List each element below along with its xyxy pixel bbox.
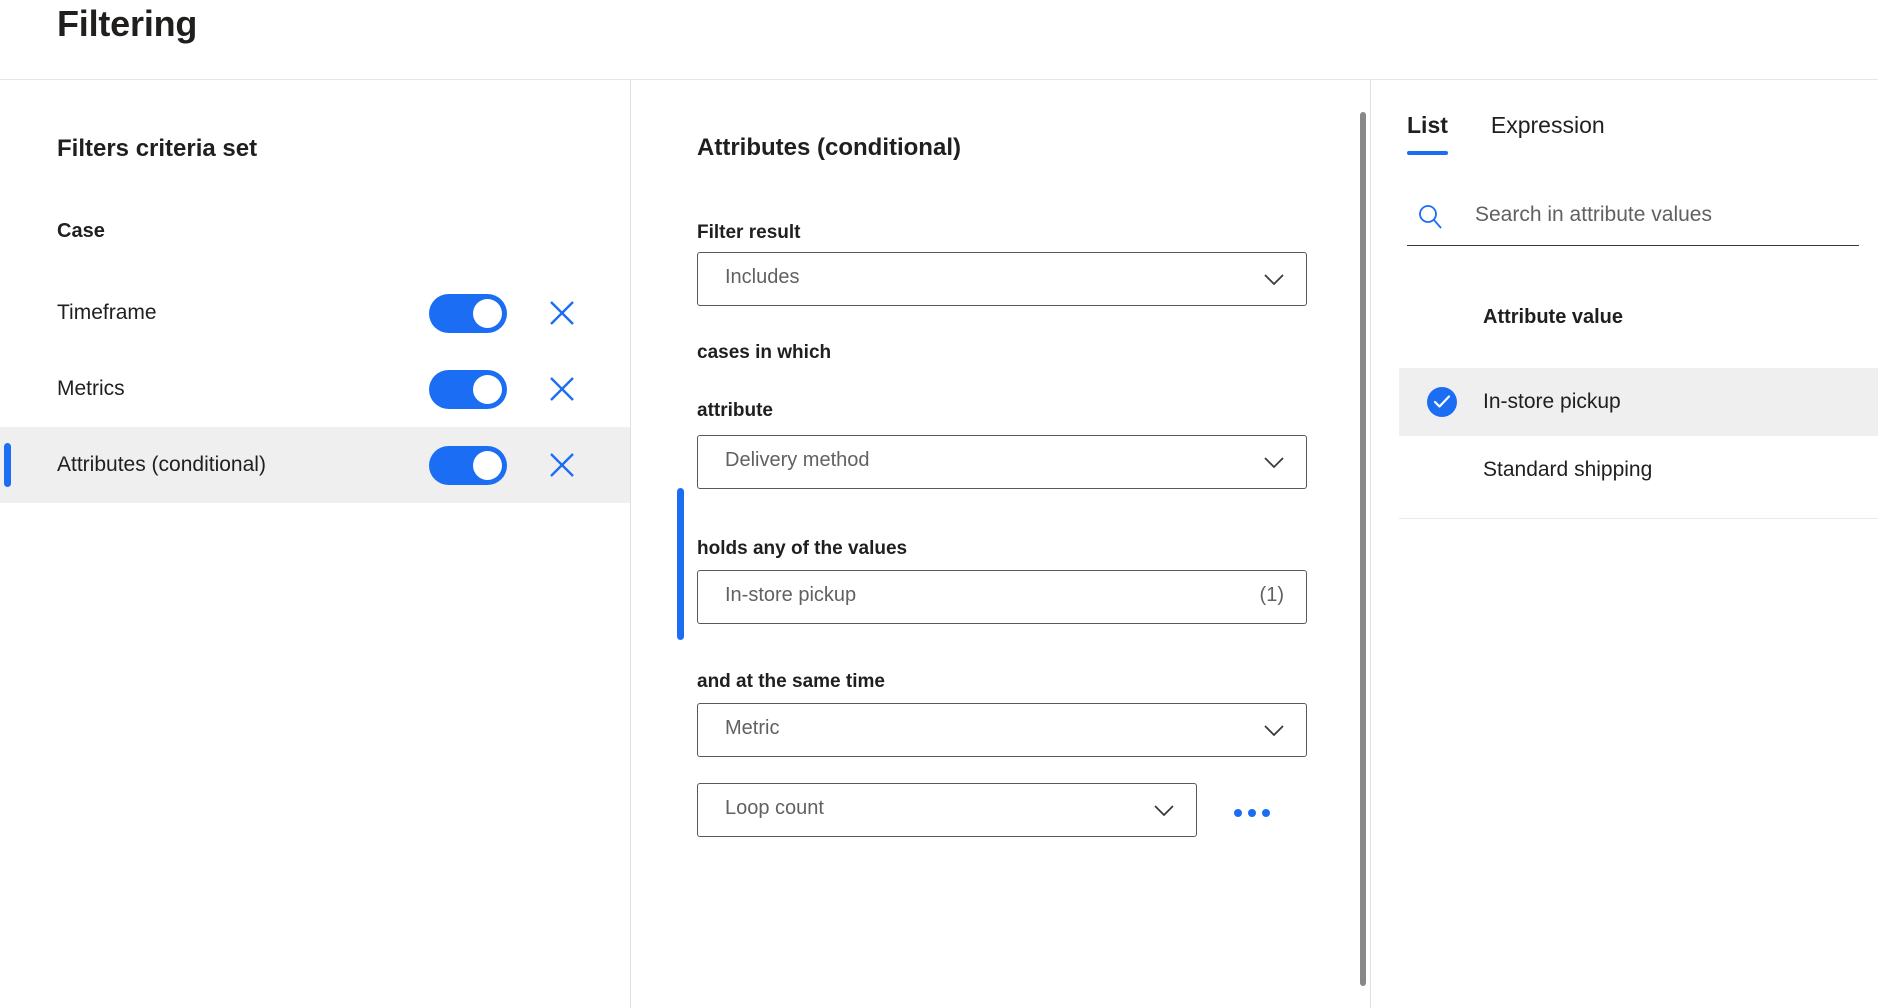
tab-bar: List Expression xyxy=(1407,112,1605,155)
attribute-value: Delivery method xyxy=(725,449,870,471)
close-icon[interactable] xyxy=(545,296,579,330)
loop-count-value: Loop count xyxy=(725,797,824,819)
chevron-down-icon xyxy=(1262,721,1286,741)
criteria-list: Timeframe Metrics Attributes (conditiona… xyxy=(0,275,630,503)
criteria-row[interactable]: Metrics xyxy=(0,351,630,427)
filter-result-value: Includes xyxy=(725,266,800,288)
chevron-down-icon xyxy=(1262,453,1286,473)
attribute-values-value: In-store pickup xyxy=(725,584,857,606)
holds-any-values-label: holds any of the values xyxy=(697,538,908,559)
tab-expression[interactable]: Expression xyxy=(1491,112,1605,155)
criteria-toggle-attributes[interactable] xyxy=(429,445,507,485)
check-circle-icon xyxy=(1427,387,1457,417)
cases-in-which-text: cases in which xyxy=(697,342,832,363)
active-field-indicator xyxy=(677,488,684,640)
selection-indicator xyxy=(4,443,11,487)
case-subheading: Case xyxy=(57,220,105,242)
attribute-condition-panel: Attributes (conditional) Filter result I… xyxy=(632,80,1370,1008)
metric-select[interactable]: Metric xyxy=(697,703,1307,757)
filters-criteria-panel: Filters criteria set Case Timeframe Metr… xyxy=(0,80,631,1008)
list-item[interactable]: Standard shipping xyxy=(1399,436,1878,504)
ellipsis-dot xyxy=(1234,809,1242,817)
criteria-label: Attributes (conditional) xyxy=(57,453,266,476)
metric-value: Metric xyxy=(725,717,780,739)
criteria-row[interactable]: Attributes (conditional) xyxy=(0,427,630,503)
ellipsis-icon[interactable] xyxy=(1232,793,1280,833)
criteria-label: Timeframe xyxy=(57,301,157,324)
chevron-down-icon xyxy=(1152,801,1176,821)
attribute-values-count: (1) xyxy=(1259,584,1284,606)
vertical-scrollbar[interactable] xyxy=(1360,112,1366,986)
attribute-label: attribute xyxy=(697,400,773,421)
criteria-toggle-timeframe[interactable] xyxy=(429,293,507,333)
attributes-conditional-heading: Attributes (conditional) xyxy=(697,134,961,161)
ellipsis-dot xyxy=(1248,809,1256,817)
toggle-knob xyxy=(473,374,502,404)
loop-count-select[interactable]: Loop count xyxy=(697,783,1197,837)
page-header: Filtering xyxy=(0,0,1878,80)
search-icon xyxy=(1415,202,1445,232)
filter-result-select[interactable]: Includes xyxy=(697,252,1307,306)
filtering-screen: Filtering Filters criteria set Case Time… xyxy=(0,0,1878,1008)
attribute-values-select[interactable]: In-store pickup (1) xyxy=(697,570,1307,624)
close-icon[interactable] xyxy=(545,448,579,482)
attribute-select[interactable]: Delivery method xyxy=(697,435,1307,489)
criteria-row[interactable]: Timeframe xyxy=(0,275,630,351)
close-icon[interactable] xyxy=(545,372,579,406)
chevron-down-icon xyxy=(1262,270,1286,290)
criteria-toggle-metrics[interactable] xyxy=(429,369,507,409)
list-item-label: Standard shipping xyxy=(1483,458,1653,481)
toggle-knob xyxy=(473,298,502,328)
search-placeholder: Search in attribute values xyxy=(1475,203,1712,226)
attribute-values-panel: List Expression Search in attribute valu… xyxy=(1370,80,1878,1008)
list-item-label: In-store pickup xyxy=(1483,390,1621,413)
list-divider xyxy=(1399,518,1878,519)
toggle-knob xyxy=(473,450,502,480)
list-item[interactable]: In-store pickup xyxy=(1399,368,1878,436)
criteria-label: Metrics xyxy=(57,377,125,400)
and-at-the-same-time-label: and at the same time xyxy=(697,671,885,692)
filter-result-label: Filter result xyxy=(697,222,801,243)
search-input[interactable]: Search in attribute values xyxy=(1407,190,1859,246)
attribute-value-list: In-store pickup Standard shipping xyxy=(1399,368,1878,504)
ellipsis-dot xyxy=(1262,809,1270,817)
attribute-value-column-header: Attribute value xyxy=(1483,306,1624,328)
filters-criteria-set-heading: Filters criteria set xyxy=(57,135,258,162)
page-title: Filtering xyxy=(57,3,198,44)
tab-list[interactable]: List xyxy=(1407,112,1448,155)
